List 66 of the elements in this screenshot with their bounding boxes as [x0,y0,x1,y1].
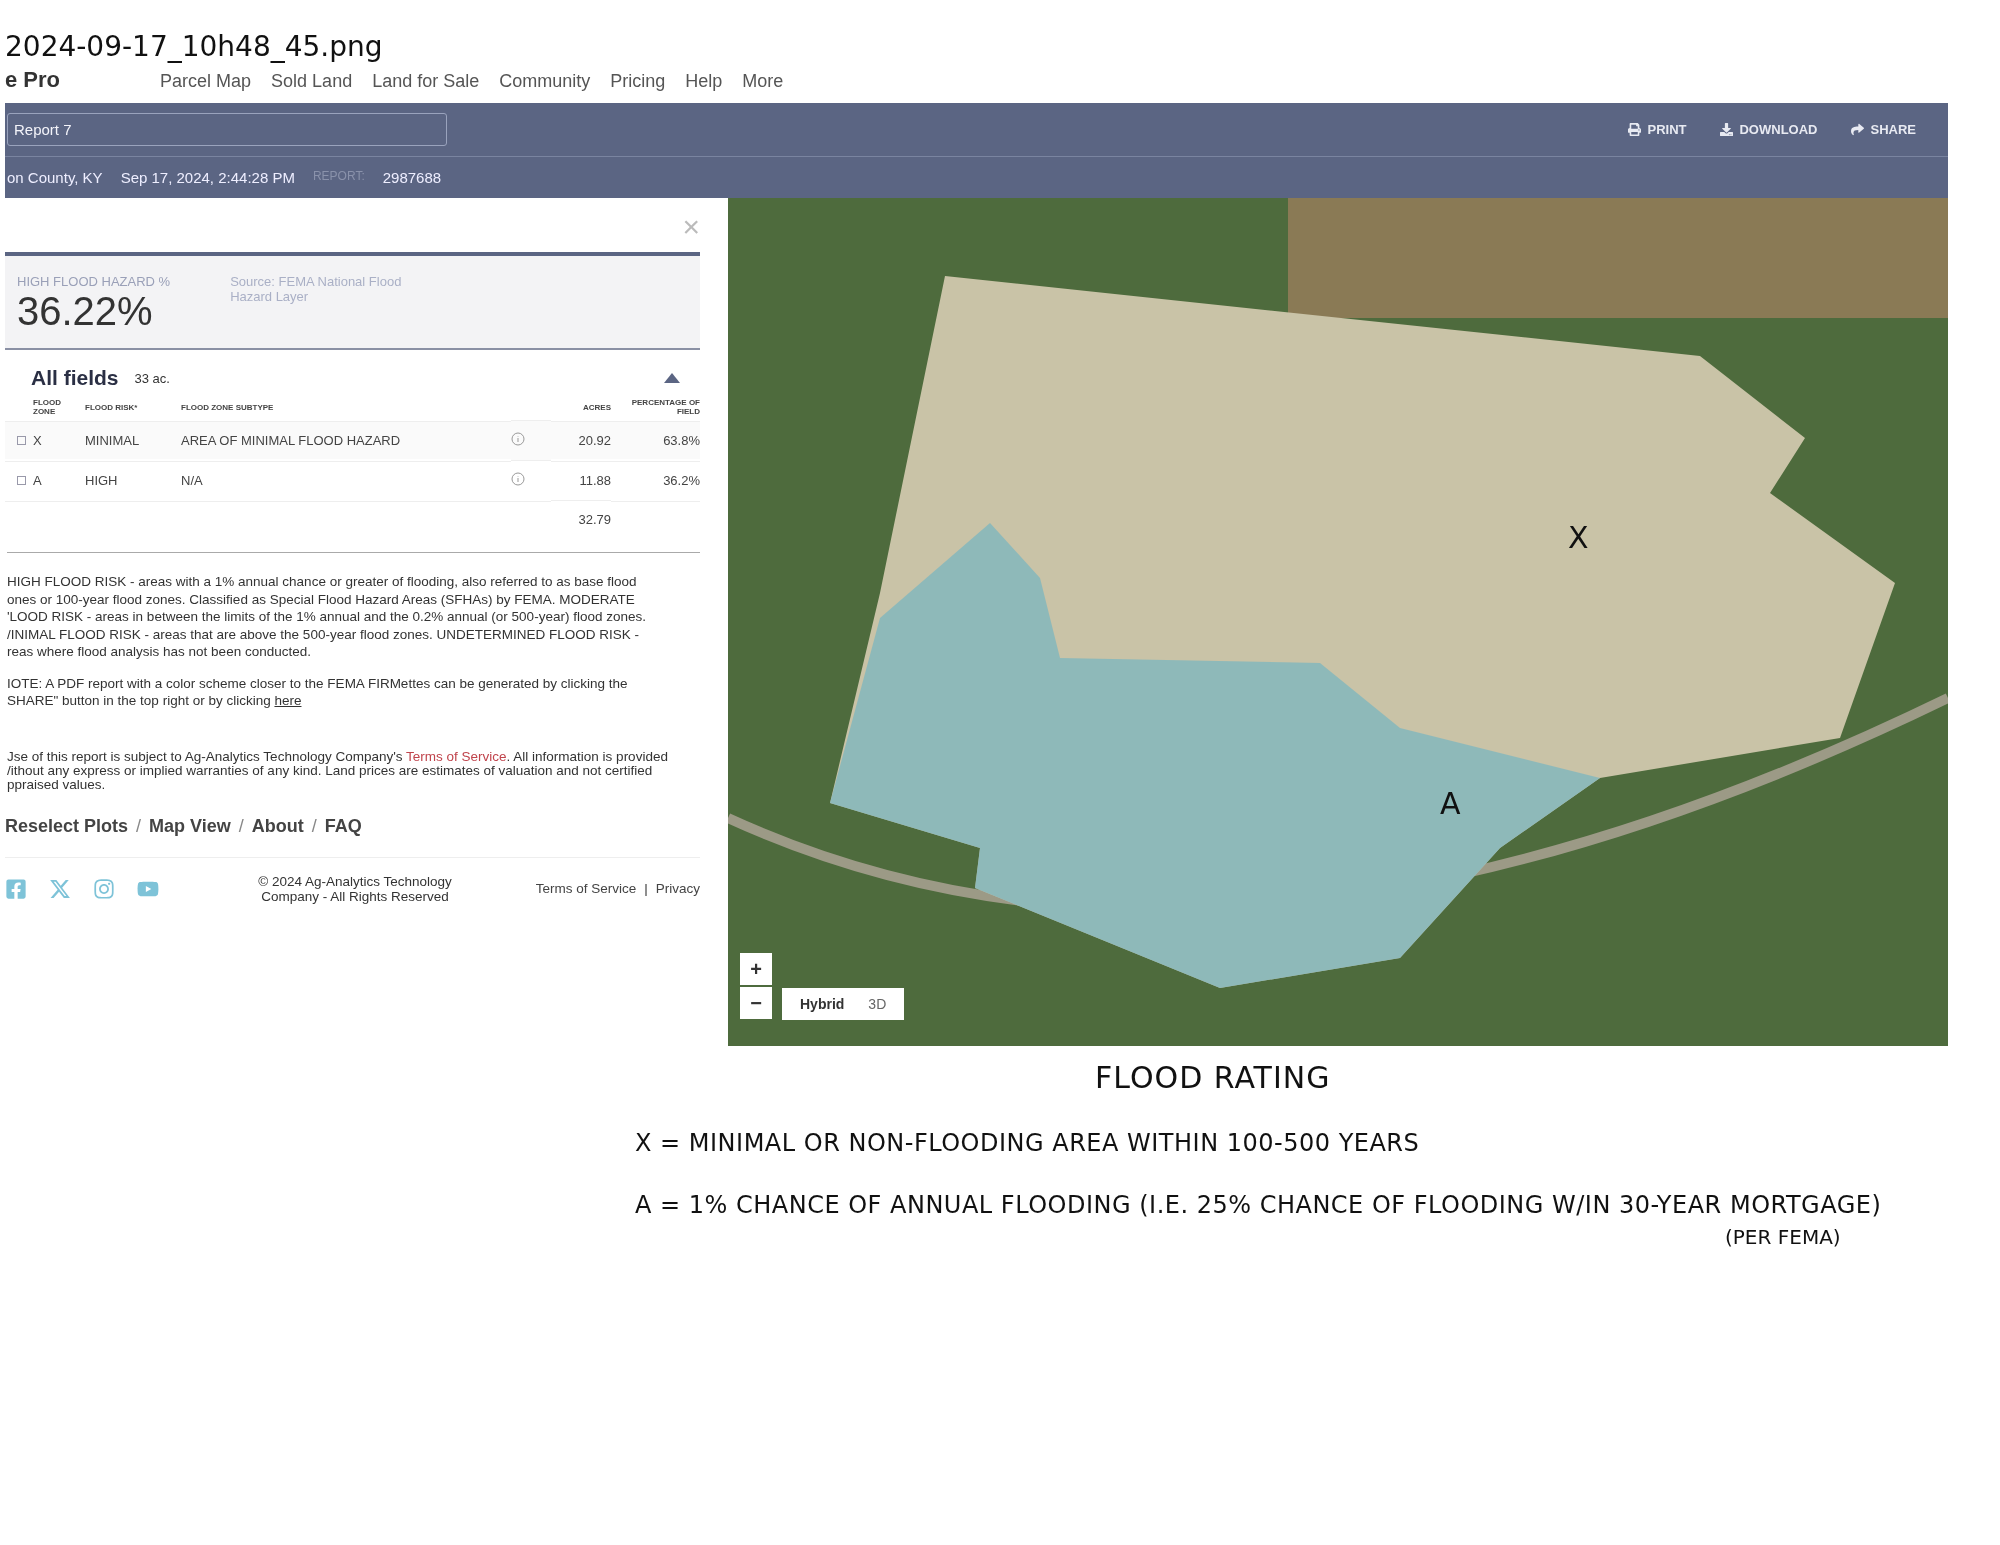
nav-link[interactable]: Sold Land [271,71,353,92]
row-checkbox[interactable] [17,476,26,485]
separator: / [311,815,317,837]
separator: / [238,815,244,837]
x-icon[interactable] [49,877,71,900]
footer-nav-link[interactable]: Map View [149,815,231,837]
total-area: 33 ac. [134,370,170,386]
summary-value: 36.22% [17,289,154,334]
info-icon[interactable] [511,432,525,446]
column-header: PERCENTAGE OF FIELD [630,397,700,418]
zoom-out-button[interactable]: − [740,987,772,1019]
table-title: All fields [31,366,119,390]
separator: | [644,881,648,896]
report-name-field[interactable]: Report 7 [7,113,447,146]
report-number: 2987688 [382,169,442,186]
instagram-icon[interactable] [93,877,115,900]
footer-nav-link[interactable]: Reselect Plots [5,815,129,837]
table-cell: 63.8% [611,421,700,459]
summary-label: HIGH FLOOD HAZARD % [17,274,171,289]
info-icon[interactable] [511,472,525,486]
nav-link[interactable]: Parcel Map [160,71,252,92]
table-cell: MINIMAL [85,421,181,459]
share-button[interactable]: SHARE [1845,121,1922,138]
here-link[interactable]: here [274,693,302,708]
print-icon [1628,123,1642,136]
handwritten-mark: A [1440,786,1461,821]
nav-link[interactable]: Community [499,71,591,92]
table-cell: AREA OF MINIMAL FLOOD HAZARD [181,421,511,459]
column-header: ACRES [582,401,611,414]
handwritten-mark: X [1568,520,1589,555]
row-checkbox[interactable] [17,436,26,445]
brand-logo[interactable]: e Pro [5,67,61,93]
source-text: Source: FEMA National Flood Hazard Layer [230,274,403,306]
disclaimer-text: Jse of this report is subject to Ag-Analytics Technology Company's Terms of Service. All information is provided /ithout any express or implied warranties of any kind. Land prices are estimates of valuation and not certified ppraised values. [7,749,669,792]
flood-risk-definitions: HIGH FLOOD RISK - areas with a 1% annual chance or greater of flooding, also referred to as base flood ones or 100-year flood zones. Classified as Special Flood Hazard Areas (SFHAs) by FEMA. MODERATE 'LOOD RISK - areas in between the limits of the 1% annual and the 0.2% annual (or 500-year) flood zones. /INIMAL FLOOD RISK - areas that are above the 500-year flood zones. UNDETERMINED FLOOD RISK - reas where flood analysis has not been conducted. [7,552,700,661]
pdf-note: IOTE: A PDF report with a color scheme closer to the FEMA FIRMettes can be generated by clicking the SHARE" button in the top right or by clicking here [7,674,629,710]
copyright-text: © 2024 Ag-Analytics Technology Company - All Rights Reserved [257,873,453,904]
column-header: FLOOD RISK* [85,401,139,414]
column-header: FLOOD ZONE [33,397,62,418]
handwritten-note: X = MINIMAL OR NON-FLOODING AREA WITHIN 100-500 YEARS [635,1129,1421,1157]
location-text: on County, KY [7,169,103,186]
zoom-in-button[interactable]: + [740,953,772,985]
table-cell: 20.92 [551,421,611,459]
print-button[interactable]: PRINT [1622,121,1693,138]
separator: / [136,815,142,837]
nav-link[interactable]: Land for Sale [372,71,480,92]
footer-link[interactable]: Terms of Service [535,881,637,896]
footer-nav-link[interactable]: About [251,815,304,837]
nav-link[interactable]: Pricing [610,71,666,92]
nav-link[interactable]: Help [685,71,723,92]
download-icon [1720,123,1734,136]
download-button[interactable]: DOWNLOAD [1714,121,1824,138]
nav-link[interactable]: More [742,71,784,92]
handwritten-note: A = 1% CHANCE OF ANNUAL FLOODING (I.E. 25% CHANCE OF FLOODING W/IN 30-YEAR MORTGAGE) [635,1191,1883,1219]
footer-link[interactable]: Privacy [655,881,700,896]
column-header: FLOOD ZONE SUBTYPE [181,401,275,414]
file-title: 2024-09-17_10h48_45.png [5,30,384,63]
footer-nav-link[interactable]: FAQ [324,815,362,837]
share-icon [1851,123,1865,136]
table-cell: X [33,421,85,459]
report-date: Sep 17, 2024, 2:44:28 PM [120,169,295,186]
handwritten-note: (PER FEMA) [1725,1225,1842,1249]
collapse-caret-icon[interactable] [664,373,680,383]
terms-link[interactable]: Terms of Service [406,748,507,764]
facebook-icon[interactable] [5,877,27,900]
handwritten-title: FLOOD RATING [1095,1060,1332,1095]
